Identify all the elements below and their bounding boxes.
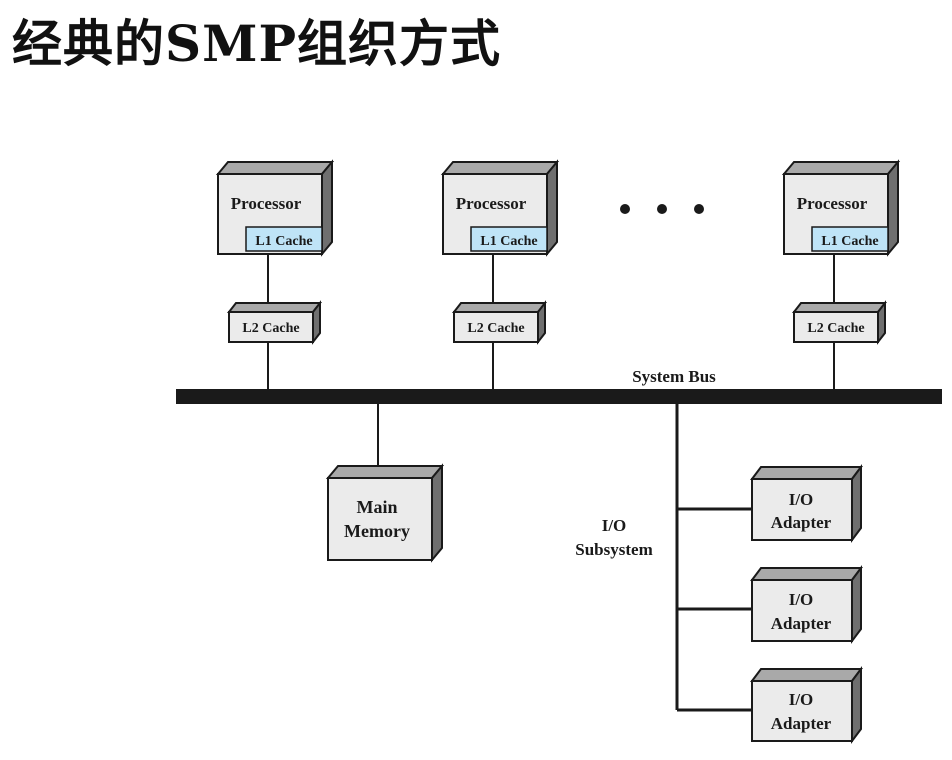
- l2-cache-label: L2 Cache: [807, 321, 864, 336]
- main-memory: Main Memory: [325, 463, 445, 563]
- processor-2: Processor L1 Cache: [440, 159, 560, 257]
- processor-label: Processor: [456, 194, 527, 213]
- system-bus-label: System Bus: [632, 367, 716, 386]
- smp-diagram: Processor L1 Cache Processor L1 Cache Pr…: [176, 159, 942, 744]
- io-adapter-label-line1: I/O: [789, 490, 814, 509]
- l1-cache-label: L1 Cache: [255, 234, 312, 249]
- processor-label: Processor: [231, 194, 302, 213]
- io-subsystem-label-line1: I/O: [602, 516, 627, 535]
- ellipsis-dots: [620, 204, 704, 214]
- l2-cache-2: L2 Cache: [451, 300, 548, 345]
- io-adapter-label-line1: I/O: [789, 590, 814, 609]
- processor-label: Processor: [797, 194, 868, 213]
- io-adapter-2: I/O Adapter: [750, 565, 863, 644]
- io-adapter-label-line2: Adapter: [771, 714, 832, 733]
- io-adapter-label-line1: I/O: [789, 690, 814, 709]
- l2-cache-label: L2 Cache: [242, 321, 299, 336]
- io-adapter-label-line2: Adapter: [771, 513, 832, 532]
- l2-cache-3: L2 Cache: [791, 300, 888, 345]
- l1-cache-label: L1 Cache: [480, 234, 537, 249]
- l2-cache-1: L2 Cache: [226, 300, 323, 345]
- io-adapter-label-line2: Adapter: [771, 614, 832, 633]
- main-memory-label-line1: Main: [356, 497, 397, 517]
- main-memory-label-line2: Memory: [344, 521, 410, 541]
- processor-1: Processor L1 Cache: [215, 159, 335, 257]
- processor-3: Processor L1 Cache: [781, 159, 901, 257]
- l2-cache-label: L2 Cache: [467, 321, 524, 336]
- l1-cache-label: L1 Cache: [821, 234, 878, 249]
- io-subsystem-label-line2: Subsystem: [575, 540, 652, 559]
- io-adapter-1: I/O Adapter: [750, 464, 863, 543]
- io-adapter-3: I/O Adapter: [750, 666, 863, 744]
- system-bus: [176, 389, 942, 404]
